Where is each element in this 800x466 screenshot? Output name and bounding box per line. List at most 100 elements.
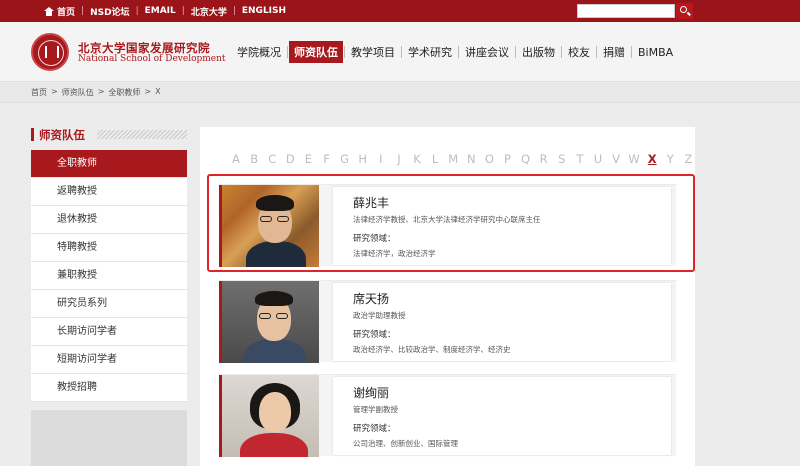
divider [344,46,345,58]
logo-title-en[interactable]: National School of Development [78,54,226,64]
alphabet-letter-s[interactable]: S [553,152,571,166]
breadcrumb-home[interactable]: 首页 [31,87,47,98]
divider [515,46,516,58]
research-field-label: 研究领域： [353,424,396,434]
sidebar-item-retired[interactable]: 退休教授 [31,206,187,234]
sidebar-item-long-visiting[interactable]: 长期访问学者 [31,318,187,346]
alphabet-letter-f[interactable]: F [317,152,335,166]
alphabet-letter-w[interactable]: W [625,152,643,166]
alphabet-letter-z[interactable]: Z [679,152,697,166]
title-accent-bar [31,128,34,141]
nav-events[interactable]: 讲座会议 [460,41,514,63]
main-nav: 学院概况 师资队伍 教学项目 学术研究 讲座会议 出版物 校友 捐赠 BiMBA [232,41,678,63]
alphabet-letter-y[interactable]: Y [661,152,679,166]
faculty-info: 席天扬 政治学助理教授 研究领域： 政治经济学、比较政治学、制度经济学、经济史 [333,283,671,361]
sidebar-title: 师资队伍 [31,127,187,143]
research-fields: 公司治理、创新创业、国际管理 [353,439,458,448]
breadcrumb: 首页 > 师资队伍 > 全职教师 > X [31,87,161,98]
alphabet-letter-n[interactable]: N [462,152,480,166]
research-field-label: 研究领域： [353,330,396,340]
alphabet-letter-k[interactable]: K [408,152,426,166]
sidebar-item-fulltime[interactable]: 全职教师 [31,150,187,178]
faculty-name[interactable]: 谢绚丽 [353,384,389,401]
alphabet-letter-g[interactable]: G [336,152,354,166]
sidebar-item-short-visiting[interactable]: 短期访问学者 [31,346,187,374]
alphabet-letter-q[interactable]: Q [517,152,535,166]
nsd-forum-link[interactable]: NSD论坛 [84,5,136,18]
alphabet-filter: ABCDEFGHIJKLMNOPQRSTUVWXYZ [227,152,697,166]
nav-publications[interactable]: 出版物 [517,41,560,63]
alphabet-letter-a[interactable]: A [227,152,245,166]
pku-link[interactable]: 北京大学 [185,5,233,18]
faculty-photo[interactable] [219,185,319,267]
portrait-glasses [277,216,289,222]
faculty-title: 政治学助理教授 [353,311,406,320]
breadcrumb-faculty[interactable]: 师资队伍 [62,87,94,98]
english-link[interactable]: ENGLISH [236,6,292,16]
home-link[interactable]: 首页 [38,5,81,18]
alphabet-letter-x[interactable]: X [643,152,661,166]
alphabet-letter-h[interactable]: H [354,152,372,166]
breadcrumb-current: X [155,87,161,96]
nav-about[interactable]: 学院概况 [232,41,286,63]
alphabet-letter-t[interactable]: T [571,152,589,166]
faculty-info: 谢绚丽 管理学副教授 研究领域： 公司治理、创新创业、国际管理 [333,377,671,455]
breadcrumb-separator: > [144,87,152,96]
nav-research[interactable]: 学术研究 [403,41,457,63]
search-button[interactable] [676,3,693,19]
sidebar-title-text: 师资队伍 [39,128,85,142]
breadcrumb-separator: > [51,87,58,96]
nav-programs[interactable]: 教学项目 [346,41,400,63]
email-link[interactable]: EMAIL [139,6,182,16]
research-fields: 法律经济学，政治经济学 [353,249,436,258]
alphabet-letter-o[interactable]: O [480,152,498,166]
sidebar-item-researchers[interactable]: 研究员系列 [31,290,187,318]
alphabet-letter-i[interactable]: I [372,152,390,166]
faculty-photo[interactable] [219,281,319,363]
portrait-hair [256,195,294,211]
title-hatch-decoration [97,130,187,139]
sidebar-placeholder-box [31,410,187,466]
alphabet-letter-m[interactable]: M [444,152,462,166]
home-icon [44,6,54,16]
portrait-hair [255,291,293,306]
divider [561,46,562,58]
divider [458,46,459,58]
top-utility-bar: 首页 | NSD论坛 | EMAIL | 北京大学 | ENGLISH [0,0,800,22]
sidebar-item-rehired[interactable]: 返聘教授 [31,178,187,206]
faculty-card: 谢绚丽 管理学副教授 研究领域： 公司治理、创新创业、国际管理 [219,374,676,457]
sidebar-item-recruitment[interactable]: 教授招聘 [31,374,187,402]
sidebar-menu: 全职教师 返聘教授 退休教授 特聘教授 兼职教授 研究员系列 长期访问学者 短期… [31,150,187,402]
sidebar-item-adjunct[interactable]: 兼职教授 [31,262,187,290]
faculty-name[interactable]: 席天扬 [353,290,389,307]
portrait-glasses [259,313,271,319]
alphabet-letter-u[interactable]: U [589,152,607,166]
nav-faculty[interactable]: 师资队伍 [289,41,343,63]
research-field-label: 研究领域： [353,234,396,244]
alphabet-letter-b[interactable]: B [245,152,263,166]
faculty-title: 管理学副教授 [353,405,398,414]
alphabet-letter-c[interactable]: C [263,152,281,166]
divider [401,46,402,58]
nav-alumni[interactable]: 校友 [563,41,595,63]
alphabet-letter-e[interactable]: E [299,152,317,166]
divider [596,46,597,58]
faculty-photo[interactable] [219,375,319,457]
breadcrumb-separator: > [97,87,105,96]
sidebar-item-distinguished[interactable]: 特聘教授 [31,234,187,262]
pku-seal-logo[interactable] [31,33,69,71]
alphabet-letter-v[interactable]: V [607,152,625,166]
alphabet-letter-l[interactable]: L [426,152,444,166]
search-input[interactable] [577,4,675,18]
divider [631,46,632,58]
alphabet-letter-r[interactable]: R [535,152,553,166]
faculty-name[interactable]: 薛兆丰 [353,194,389,211]
faculty-card: 薛兆丰 法律经济学教授、北京大学法律经济学研究中心联席主任 研究领域： 法律经济… [219,184,676,267]
breadcrumb-fulltime[interactable]: 全职教师 [108,87,140,98]
alphabet-letter-j[interactable]: J [390,152,408,166]
nav-donate[interactable]: 捐赠 [598,41,630,63]
alphabet-letter-p[interactable]: P [498,152,516,166]
nav-bimba[interactable]: BiMBA [633,43,678,62]
divider [287,46,288,58]
alphabet-letter-d[interactable]: D [281,152,299,166]
